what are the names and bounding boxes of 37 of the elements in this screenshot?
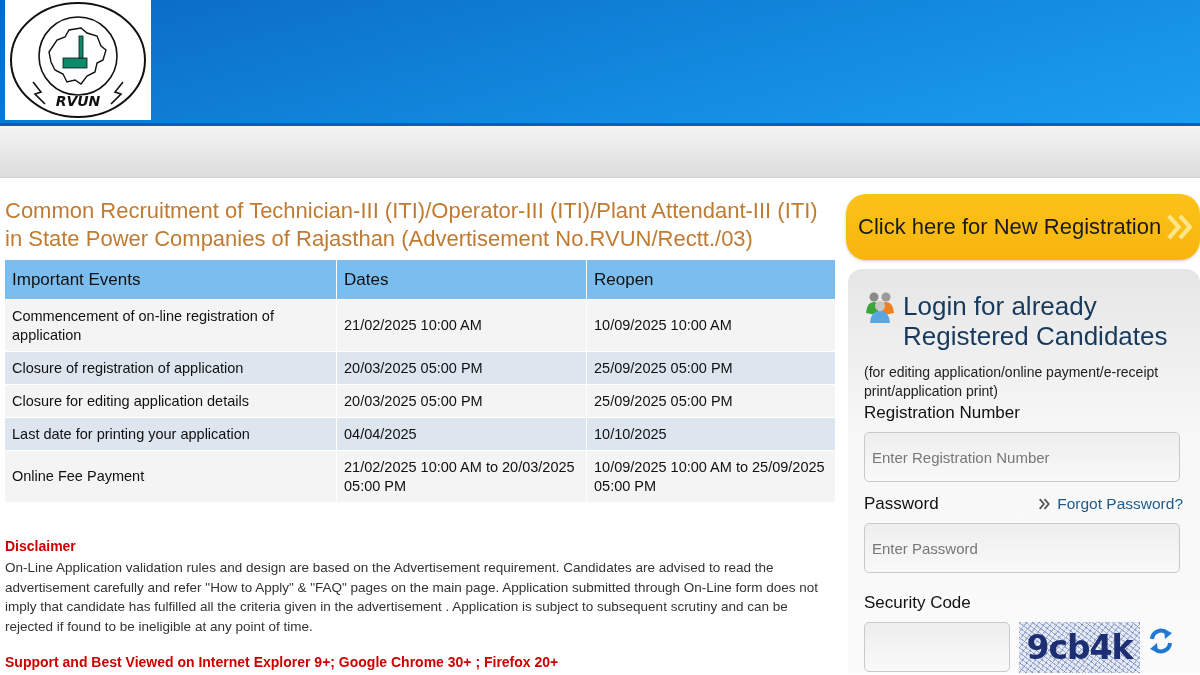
users-icon: [864, 291, 896, 323]
table-cell: 21/02/2025 10:00 AM: [337, 300, 586, 351]
chevrons-icon: [1038, 498, 1052, 510]
table-header-cell: Important Events: [5, 260, 336, 299]
table-cell: 25/09/2025 05:00 PM: [587, 385, 835, 417]
input-field[interactable]: Enter Registration Number: [864, 432, 1180, 482]
login-title: Login for already Registered Candidates: [903, 291, 1169, 351]
table-cell: Last date for printing your application: [5, 418, 336, 450]
new-registration-button[interactable]: Click here for New Registration: [846, 194, 1200, 260]
table-cell: Commencement of on-line registration of application: [5, 300, 336, 351]
browser-support-note: Support and Best Viewed on Internet Explorer 9+; Google Chrome 30+ ; Firefox 20+: [5, 653, 560, 671]
login-note: (for editing application/online payment/e-receipt print/application print): [864, 363, 1160, 401]
disclaimer-heading: Disclaimer: [5, 537, 77, 555]
field-label: Registration Number: [864, 403, 1021, 423]
page-title: Common Recruitment of Technician-III (ITI)/Operator-III (ITI)/Plant Attendant-III (ITI) in State Power Companies of Rajasthan (Advertisement No.RVUN/Rectt./03): [5, 197, 819, 253]
refresh-icon[interactable]: [1149, 628, 1173, 654]
logo: RVUN: [5, 0, 151, 120]
field-label: Password: [864, 494, 939, 514]
table-cell: 04/04/2025: [337, 418, 586, 450]
disclaimer-text: On-Line Application validation rules and design are based on the Advertisement requirement. Candidates are advised to read the advertisement carefully and refer "How to Apply" & "FAQ" pages on the main page. Application submitted through On-Line form does not imply that candidate has fulfilled all the criteria given in the advertisement . Application is subject to subsequent scrutiny and can be rejected if found to be ineligible at any point of time.: [5, 559, 820, 636]
table-cell: 10/09/2025 10:00 AM to 25/09/2025 05:00 PM: [587, 451, 835, 502]
table-header-cell: Reopen: [587, 260, 835, 299]
table-header-cell: Dates: [337, 260, 586, 299]
field-label: Security Code: [864, 593, 972, 613]
table-cell: 21/02/2025 10:00 AM to 20/03/2025 05:00 PM: [337, 451, 586, 502]
table-cell: 20/03/2025 05:00 PM: [337, 352, 586, 384]
table-cell: Closure for editing application details: [5, 385, 336, 417]
table-cell: 20/03/2025 05:00 PM: [337, 385, 586, 417]
table-cell: Online Fee Payment: [5, 451, 336, 502]
table-cell: 10/10/2025: [587, 418, 835, 450]
forgot-password-link[interactable]: Forgot Password?: [1038, 495, 1183, 513]
captcha-image: 9cb4k: [1019, 622, 1140, 673]
table-cell: 25/09/2025 05:00 PM: [587, 352, 835, 384]
input-field[interactable]: Enter Password: [864, 523, 1180, 573]
security-code-field[interactable]: [864, 622, 1010, 672]
table-cell: 10/09/2025 10:00 AM: [587, 300, 835, 351]
table-cell: Closure of registration of application: [5, 352, 336, 384]
